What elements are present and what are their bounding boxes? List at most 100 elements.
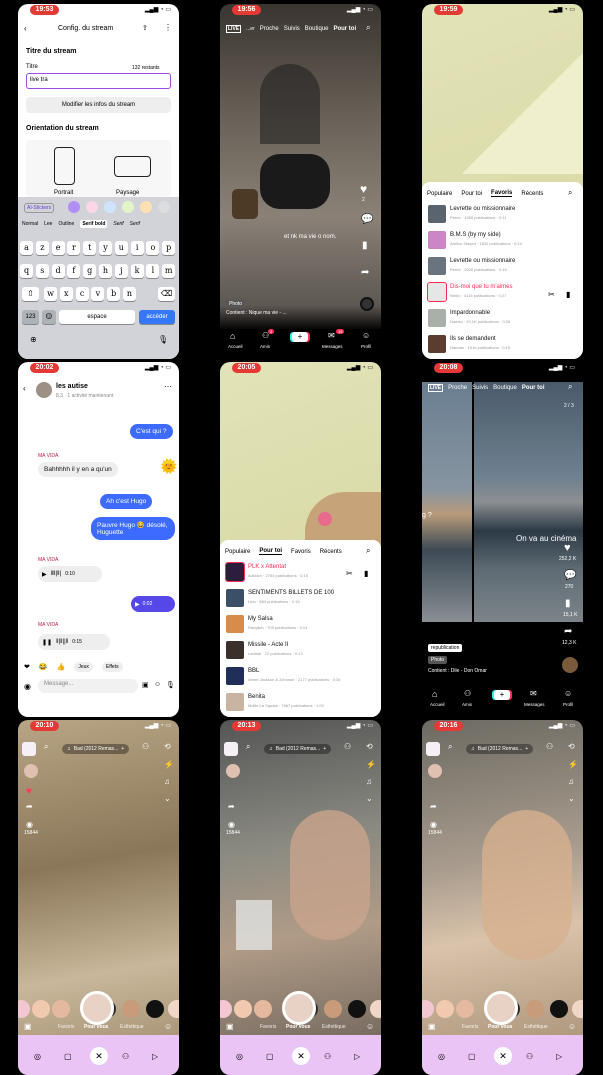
portrait-option[interactable] — [54, 147, 75, 185]
title-input[interactable]: live tra — [26, 73, 171, 89]
search-icon[interactable]: ⌕ — [366, 23, 370, 33]
delete-key[interactable]: ⌫ — [158, 287, 175, 301]
go-key[interactable]: accéder — [139, 310, 175, 324]
lens-option[interactable] — [220, 1000, 232, 1018]
key-u[interactable]: u — [114, 241, 128, 255]
create-button[interactable]: + — [292, 332, 308, 342]
flash-off-icon[interactable]: ⚡ — [366, 760, 376, 769]
song-chip[interactable]: ♫ Bad (2012 Remas... + — [62, 744, 130, 754]
tab-suivis[interactable]: Suivis — [472, 385, 488, 391]
chevron-down-icon[interactable]: ⌄ — [366, 794, 373, 803]
key-t[interactable]: t — [83, 241, 97, 255]
bookmark-icon[interactable]: ▮ — [364, 569, 368, 578]
nav-friends[interactable]: Amis — [260, 344, 270, 349]
emoji-icon[interactable] — [122, 201, 134, 213]
song-chip[interactable]: ♫ Bad (2012 Remas... + — [264, 744, 332, 754]
lens-option[interactable] — [146, 1000, 164, 1018]
add-friend-icon[interactable]: ⚇ — [142, 742, 149, 751]
key-i[interactable]: i — [130, 241, 144, 255]
nav-profile[interactable]: Profil — [361, 344, 371, 349]
profile-bitmoji[interactable] — [426, 742, 440, 756]
tab-pour-toi[interactable]: Pour toi — [522, 385, 545, 391]
song-row[interactable]: Impardonnable Damso · 20,1K publications … — [428, 308, 578, 330]
tab-pour-toi[interactable]: Pour toi — [333, 26, 356, 32]
pause-icon[interactable]: ❚❚ — [42, 639, 52, 646]
lens-option[interactable] — [348, 1000, 366, 1018]
map-icon[interactable]: ◎ — [438, 1052, 445, 1061]
flash-off-icon[interactable]: ⚡ — [568, 760, 578, 769]
friends-icon[interactable]: ⚇ — [122, 1052, 129, 1061]
song-row[interactable]: SENTIMENTS BILLETS DE 100 Leto · 884 publ… — [226, 588, 376, 610]
sticker-icon[interactable] — [86, 201, 98, 213]
voice-message[interactable]: ❚❚ ‖|‖||‖ 0:15 — [38, 634, 110, 650]
music-icon[interactable]: ♫ — [366, 777, 372, 786]
search-icon[interactable]: ⌕ — [568, 188, 572, 198]
mic-icon[interactable]: 🎙 — [166, 681, 175, 689]
song-row[interactable]: Benita Mollie La Squate · 7667 publicatio… — [226, 692, 376, 714]
chevron-down-icon[interactable]: ⌄ — [164, 794, 171, 803]
laugh-reaction[interactable]: 😂 — [39, 663, 48, 671]
map-icon[interactable]: ◎ — [34, 1052, 41, 1061]
tab-pour-toi[interactable]: Pour toi — [259, 548, 283, 555]
key-a[interactable]: a — [20, 241, 33, 255]
search-icon[interactable]: ⌕ — [568, 382, 572, 392]
lens-option[interactable] — [436, 1000, 454, 1018]
camera-icon[interactable]: ◉ — [24, 682, 31, 691]
chat-name[interactable]: les autise — [56, 383, 88, 390]
creator-avatar[interactable] — [226, 764, 240, 778]
key-z[interactable]: z — [35, 241, 49, 255]
close-icon[interactable]: ✕ — [90, 1047, 108, 1065]
profile-bitmoji[interactable] — [224, 742, 238, 756]
nav-messages[interactable]: Messages — [322, 344, 343, 349]
lens-option[interactable] — [324, 1000, 342, 1018]
chat-icon[interactable]: ▢ — [468, 1052, 476, 1061]
tab-live[interactable]: LIVE — [428, 384, 444, 392]
messages-icon[interactable]: ✉ — [530, 689, 537, 698]
add-icon[interactable]: + — [323, 746, 326, 752]
font-serif[interactable]: Serif — [113, 221, 123, 227]
gallery-icon[interactable]: ▣ — [428, 1022, 436, 1031]
message-input[interactable]: Message... — [38, 679, 138, 693]
more-icon[interactable]: ⋮ — [164, 23, 172, 32]
font-lee[interactable]: Lee — [44, 221, 52, 227]
song-row[interactable]: My Salsa Rangilch · 709 publications · 0:… — [226, 614, 376, 636]
tab-boutique[interactable]: Boutique — [493, 385, 517, 391]
voice-message[interactable]: ▶ ‖‖|‖| 0:10 — [38, 566, 102, 582]
key-s[interactable]: s — [35, 264, 49, 278]
font-style-icon[interactable] — [68, 201, 80, 213]
numbers-key[interactable]: 123 — [22, 310, 39, 324]
stories-icon[interactable]: ▷ — [354, 1052, 360, 1061]
nav-friends[interactable]: Amis — [462, 702, 472, 707]
gallery-icon[interactable]: ▣ — [24, 1022, 32, 1031]
font-serif-bold[interactable]: Serif bold — [80, 220, 108, 228]
tab-favoris[interactable]: Favoris — [291, 549, 311, 555]
lens-search-icon[interactable]: ☺ — [568, 1022, 576, 1031]
tab-pour-toi[interactable]: Pour toi — [461, 191, 482, 197]
home-icon[interactable]: ⌂ — [230, 331, 235, 341]
key-c[interactable]: c — [75, 287, 89, 301]
voice-message-sent[interactable]: ▶ 0:02 — [131, 596, 175, 612]
back-icon[interactable]: ‹ — [24, 24, 27, 33]
tab-populaire[interactable]: Populaire — [427, 191, 452, 197]
more-icon[interactable]: ⋯ — [164, 382, 172, 391]
key-y[interactable]: y — [99, 241, 112, 255]
tab-recents[interactable]: Récents — [320, 549, 342, 555]
like-icon[interactable]: ♥ — [564, 542, 571, 554]
tab-proche[interactable]: Proche — [260, 26, 279, 32]
tab-live[interactable]: LIVE — [226, 25, 242, 33]
key-g[interactable]: g — [83, 264, 97, 278]
comment-icon[interactable]: 💬 — [564, 570, 576, 581]
flip-camera-icon[interactable]: ⟲ — [366, 742, 373, 751]
tab-favoris[interactable]: Favoris — [58, 1024, 74, 1030]
search-icon[interactable]: ⌕ — [246, 742, 250, 752]
stories-icon[interactable]: ▷ — [556, 1052, 562, 1061]
key-r[interactable]: r — [67, 241, 81, 255]
effects-chip[interactable]: Effets — [101, 662, 123, 672]
ai-stickers-button[interactable]: AI-Stickers — [24, 203, 55, 213]
tab-boutique[interactable]: Boutique — [305, 26, 329, 32]
key-e[interactable]: e — [51, 241, 65, 255]
lens-option[interactable] — [456, 1000, 474, 1018]
tab-pour-vous[interactable]: Pour vous — [84, 1024, 108, 1030]
tab-pour-vous[interactable]: Pour vous — [488, 1024, 512, 1030]
sticker-icon[interactable]: ☺ — [154, 681, 161, 688]
